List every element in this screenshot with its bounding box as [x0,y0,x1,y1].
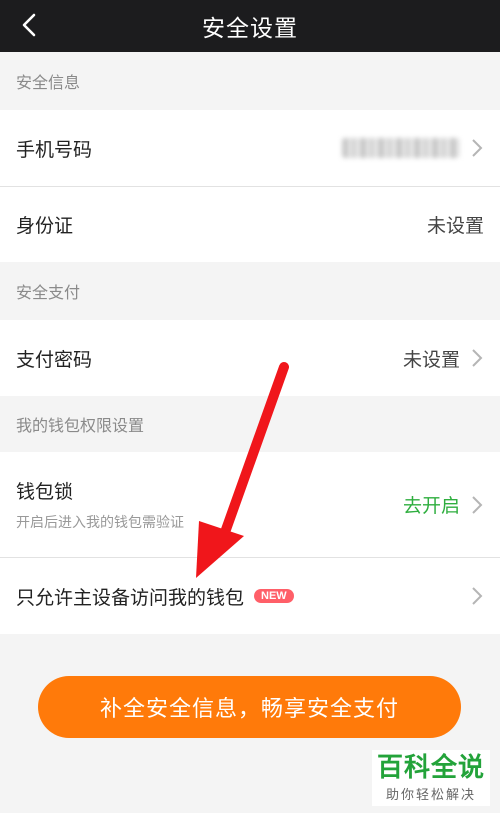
phone-number-label: 手机号码 [16,138,93,161]
chevron-right-icon [472,349,483,367]
top-bar: 安全设置 [0,0,500,52]
new-badge: NEW [254,589,294,603]
phone-number-masked-value [342,138,460,158]
wallet-lock-row[interactable]: 钱包锁 开启后进入我的钱包需验证 去开启 [0,452,500,557]
chevron-right-icon [472,139,483,157]
page-title: 安全设置 [202,16,298,42]
pay-password-label: 支付密码 [16,348,93,371]
id-card-value: 未设置 [426,215,484,237]
back-button[interactable] [14,8,44,42]
pay-password-value: 未设置 [402,348,460,371]
chevron-right-icon [472,495,483,514]
chevron-left-icon [22,13,36,37]
section-label-secure-payment: 安全支付 [16,283,81,302]
wallet-lock-subtitle: 开启后进入我的钱包需验证 [16,515,184,531]
watermark-logo: 百科全说 助你轻松解决 [372,750,490,806]
id-card-label: 身份证 [16,215,74,237]
id-card-row[interactable]: 身份证 未设置 [0,187,500,262]
chevron-right-icon [472,587,483,605]
phone-number-row[interactable]: 手机号码 [0,110,500,186]
main-device-only-row[interactable]: 只允许主设备访问我的钱包 NEW [0,558,500,634]
wallet-lock-enable-link[interactable]: 去开启 [403,491,460,518]
complete-security-info-button[interactable]: 补全安全信息，畅享安全支付 [38,676,461,738]
watermark-title: 百科全说 [376,752,485,783]
section-label-security-info: 安全信息 [16,73,81,92]
watermark-subtitle: 助你轻松解决 [385,787,476,803]
main-device-only-label: 只允许主设备访问我的钱包 [16,586,245,609]
pay-password-row[interactable]: 支付密码 未设置 [0,320,500,396]
wallet-lock-label: 钱包锁 [16,481,74,503]
section-label-wallet-permissions: 我的钱包权限设置 [16,416,145,435]
